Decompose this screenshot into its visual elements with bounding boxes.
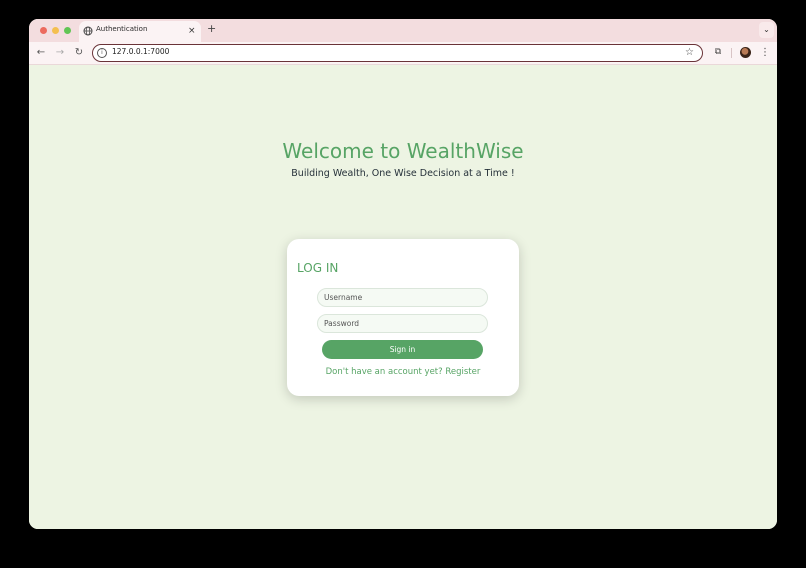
address-bar[interactable]: i 127.0.0.1:7000 ☆ [92, 44, 703, 62]
username-placeholder: Username [324, 293, 363, 302]
password-field[interactable]: Password [317, 314, 488, 333]
page-tagline: Building Wealth, One Wise Decision at a … [291, 168, 515, 179]
reload-icon[interactable]: ↻ [71, 45, 87, 61]
tab-search-button[interactable]: ⌄ [759, 22, 774, 38]
tab-authentication[interactable]: Authentication × [79, 21, 201, 42]
forward-arrow-icon[interactable]: → [52, 45, 68, 61]
profile-avatar[interactable] [740, 47, 751, 58]
sign-in-button[interactable]: Sign in [322, 340, 483, 359]
tab-title: Authentication [96, 25, 148, 33]
close-window-button[interactable] [40, 27, 47, 34]
extensions-icon[interactable]: ⧉ [712, 46, 724, 58]
page-title: Welcome to WealthWise [282, 139, 524, 163]
login-card: LOG IN Username Password Sign in Don't h… [287, 239, 519, 396]
site-info-icon[interactable]: i [97, 48, 107, 58]
register-link[interactable]: Don't have an account yet? Register [287, 367, 519, 377]
maximize-window-button[interactable] [64, 27, 71, 34]
toolbar-divider [731, 48, 732, 58]
password-placeholder: Password [324, 319, 360, 328]
close-tab-icon[interactable]: × [188, 24, 196, 38]
page-content: Welcome to WealthWise Building Wealth, O… [29, 65, 777, 529]
username-field[interactable]: Username [317, 288, 488, 307]
tab-strip: Authentication × + ⌄ [29, 19, 777, 42]
minimize-window-button[interactable] [52, 27, 59, 34]
globe-icon [83, 26, 93, 36]
kebab-menu-icon[interactable]: ⋮ [760, 45, 770, 61]
browser-toolbar: ← → ↻ i 127.0.0.1:7000 ☆ ⧉ ⋮ [29, 42, 777, 65]
new-tab-button[interactable]: + [207, 22, 216, 36]
url-text[interactable]: 127.0.0.1:7000 [112, 47, 169, 56]
back-arrow-icon[interactable]: ← [33, 45, 49, 61]
bookmark-star-icon[interactable]: ☆ [685, 45, 694, 61]
browser-window: Authentication × + ⌄ ← → ↻ i 127.0.0.1:7… [29, 19, 777, 529]
login-title: LOG IN [297, 261, 339, 275]
